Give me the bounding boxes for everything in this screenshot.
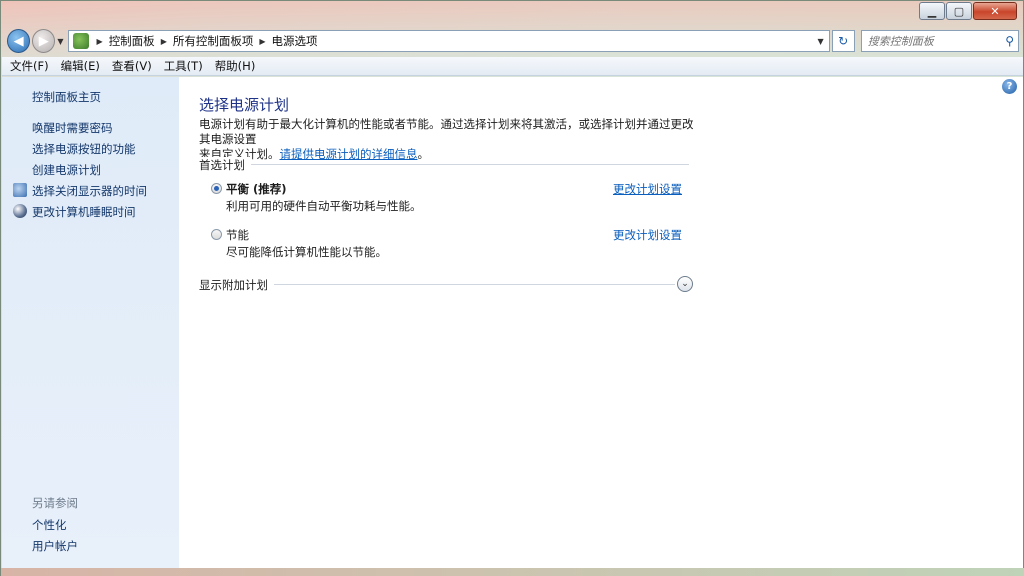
breadcrumb-power-options[interactable]: 电源选项 [272, 33, 318, 49]
forward-button[interactable]: ▶ [32, 29, 56, 53]
sidebar-display-off-time[interactable]: 选择关闭显示器的时间 [32, 183, 147, 199]
sidebar-power-buttons[interactable]: 选择电源按钮的功能 [32, 141, 136, 157]
back-button[interactable]: ◀ [7, 29, 31, 53]
main-content: ? 选择电源计划 电源计划有助于最大化计算机的性能或者节能。通过选择计划来将其激… [179, 77, 1023, 568]
address-dropdown[interactable]: ▼ [813, 37, 829, 46]
chevron-right-icon[interactable]: ▶ [259, 37, 265, 46]
magnifier-icon[interactable]: ⚲ [1005, 34, 1014, 48]
chevron-down-icon[interactable]: ⌄ [677, 276, 693, 292]
description-suffix: 。 [417, 147, 430, 161]
search-box[interactable]: ⚲ [860, 30, 1019, 52]
plan-balanced-name[interactable]: 平衡 (推荐) [226, 181, 287, 197]
close-button[interactable]: ✕ [973, 2, 1017, 20]
description-line1: 电源计划有助于最大化计算机的性能或者节能。通过选择计划来将其激活，或选择计划并通… [199, 117, 694, 146]
window-bottom-border [1, 568, 1024, 576]
chevron-right-icon[interactable]: ▶ [97, 37, 103, 46]
sidebar-wake-password[interactable]: 唤醒时需要密码 [32, 120, 113, 136]
chevron-right-icon[interactable]: ▶ [161, 37, 167, 46]
caption-buttons: ▁ ▢ ✕ [918, 2, 1017, 20]
search-input[interactable] [867, 34, 998, 48]
plan-details-link[interactable]: 请提供电源计划的详细信息 [280, 147, 418, 161]
menu-bar: 文件(F) 编辑(E) 查看(V) 工具(T) 帮助(H) [2, 57, 1023, 76]
navigation-bar: ◀ ▶ ▼ ▶ 控制面板 ▶ 所有控制面板项 ▶ 电源选项 ▼ ↻ ⚲ [7, 27, 1019, 55]
see-also-heading: 另请参阅 [32, 496, 78, 510]
menu-edit[interactable]: 编辑(E) [61, 58, 100, 74]
sidebar-user-accounts[interactable]: 用户帐户 [32, 538, 78, 554]
maximize-button[interactable]: ▢ [946, 2, 972, 20]
refresh-icon: ↻ [838, 34, 849, 48]
refresh-button[interactable]: ↻ [831, 30, 855, 52]
sidebar-personalization[interactable]: 个性化 [32, 517, 67, 533]
task-pane: 控制面板主页 唤醒时需要密码 选择电源按钮的功能 创建电源计划 选择关闭显示器的… [2, 77, 179, 568]
plan-balanced-radio[interactable] [211, 183, 222, 194]
menu-help[interactable]: 帮助(H) [215, 58, 256, 74]
forward-arrow-icon: ▶ [38, 33, 49, 49]
menu-view[interactable]: 查看(V) [112, 58, 152, 74]
recent-pages-dropdown[interactable]: ▼ [57, 37, 63, 46]
page-title: 选择电源计划 [199, 96, 290, 114]
sidebar-control-panel-home[interactable]: 控制面板主页 [32, 89, 101, 105]
breadcrumb-control-panel[interactable]: 控制面板 [109, 33, 155, 49]
control-panel-icon [72, 33, 89, 49]
minimize-button[interactable]: ▁ [919, 2, 945, 20]
address-bar[interactable]: ▶ 控制面板 ▶ 所有控制面板项 ▶ 电源选项 ▼ [67, 30, 830, 52]
plan-balanced-settings-link[interactable]: 更改计划设置 [613, 181, 682, 197]
plan-power-saver-radio[interactable] [211, 229, 222, 240]
plan-balanced-description: 利用可用的硬件自动平衡功耗与性能。 [226, 199, 422, 213]
plan-power-saver-description: 尽可能降低计算机性能以节能。 [226, 245, 387, 259]
page-description: 电源计划有助于最大化计算机的性能或者节能。通过选择计划来将其激活，或选择计划并通… [199, 117, 699, 162]
plan-balanced: 平衡 (推荐) 利用可用的硬件自动平衡功耗与性能。 更改计划设置 [211, 181, 691, 217]
back-arrow-icon: ◀ [13, 33, 24, 49]
menu-tools[interactable]: 工具(T) [164, 58, 203, 74]
plan-power-saver-settings-link[interactable]: 更改计划设置 [613, 227, 682, 243]
sidebar-create-plan[interactable]: 创建电源计划 [32, 162, 101, 178]
menu-file[interactable]: 文件(F) [10, 58, 49, 74]
plan-power-saver-name[interactable]: 节能 [226, 227, 249, 243]
moon-icon [13, 204, 27, 218]
control-panel-window: ▁ ▢ ✕ ◀ ▶ ▼ ▶ 控制面板 ▶ 所有控制面板项 ▶ 电源选项 ▼ ↻ … [0, 0, 1024, 576]
group-divider [199, 164, 689, 165]
plan-power-saver: 节能 尽可能降低计算机性能以节能。 更改计划设置 [211, 227, 691, 263]
show-additional-plans[interactable]: 显示附加计划 [199, 277, 274, 293]
preferred-plans-heading: 首选计划 [199, 157, 251, 173]
sidebar-sleep-time[interactable]: 更改计算机睡眠时间 [32, 204, 136, 220]
display-icon [13, 183, 27, 197]
help-icon[interactable]: ? [1002, 79, 1017, 94]
breadcrumb-all-items[interactable]: 所有控制面板项 [173, 33, 254, 49]
